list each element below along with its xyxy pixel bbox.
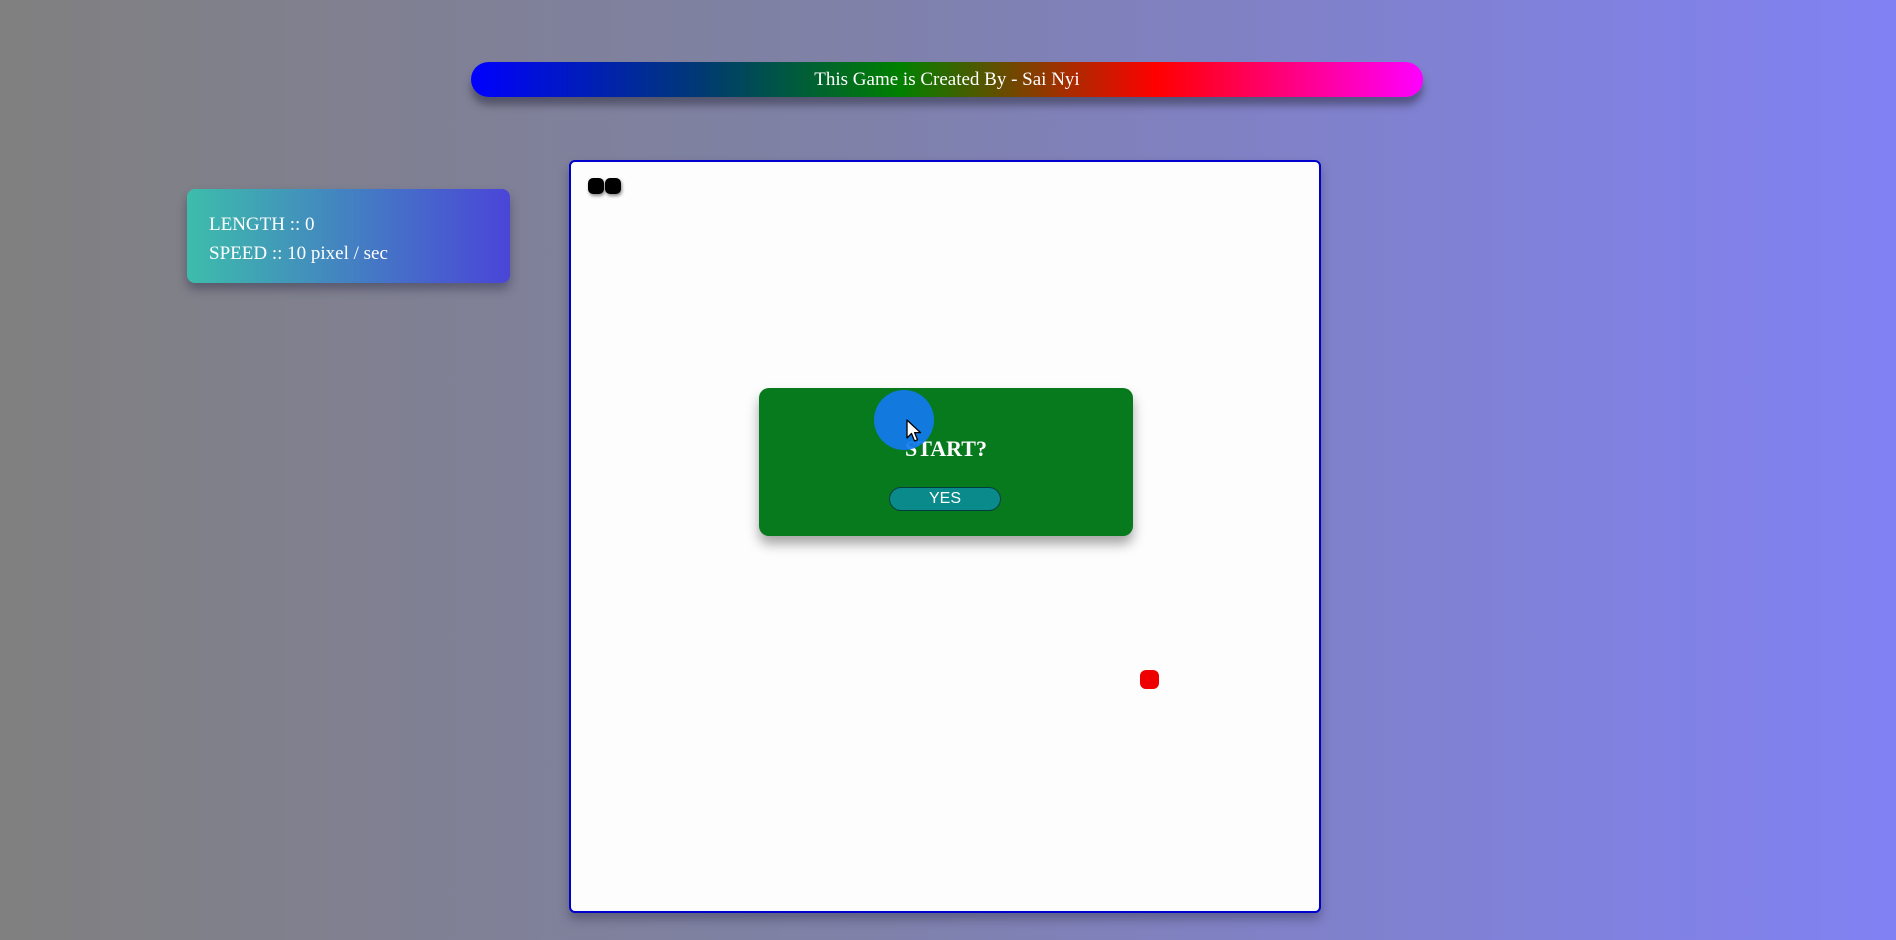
mouse-pointer-icon xyxy=(906,419,922,442)
start-dialog: START? YES xyxy=(759,388,1133,536)
snake-segment xyxy=(588,178,604,194)
game-board[interactable]: START? YES xyxy=(569,160,1321,913)
snake xyxy=(588,178,621,194)
click-indicator xyxy=(874,390,934,450)
stats-panel: LENGTH :: 0 SPEED :: 10 pixel / sec xyxy=(187,189,510,283)
speed-stat: SPEED :: 10 pixel / sec xyxy=(209,243,388,264)
credit-text: This Game is Created By - Sai Nyi xyxy=(814,68,1080,90)
length-stat: LENGTH :: 0 xyxy=(209,214,315,235)
credit-banner: This Game is Created By - Sai Nyi xyxy=(471,62,1423,97)
yes-button[interactable]: YES xyxy=(889,487,1001,511)
food-pellet xyxy=(1140,670,1159,689)
snake-segment xyxy=(605,178,621,194)
start-title: START? xyxy=(905,436,987,461)
